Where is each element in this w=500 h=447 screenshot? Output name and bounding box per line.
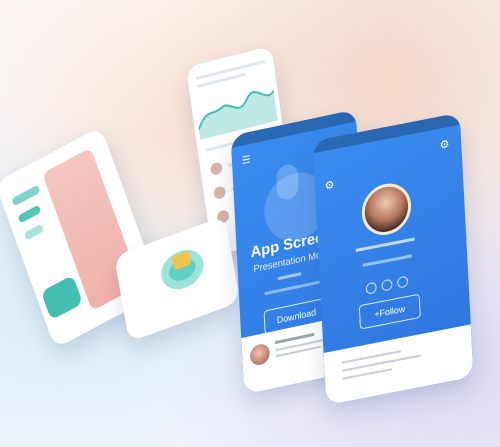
profile-tagline (362, 254, 412, 267)
bottom-panel (323, 324, 474, 406)
profile-avatar (360, 179, 413, 240)
social-icon[interactable] (381, 278, 393, 292)
avatar (213, 185, 227, 201)
profile-name-placeholder (355, 237, 415, 252)
teal-button (40, 274, 84, 321)
avatar (249, 342, 271, 367)
profile-phone-mockup: ⚙ ⚙ +Follow (312, 112, 474, 406)
mockup-scene: ☰ App Screens Presentation Mockup Downlo… (0, 0, 500, 447)
social-icon[interactable] (365, 281, 377, 295)
avatar (209, 161, 224, 177)
gear-icon[interactable]: ⚙ (324, 178, 334, 193)
placeholder-line (264, 280, 320, 296)
social-icon[interactable] (396, 275, 409, 289)
menu-icon[interactable]: ☰ (242, 154, 251, 167)
gear-icon[interactable]: ⚙ (439, 137, 449, 152)
follow-button[interactable]: +Follow (358, 293, 421, 330)
teal-chip (11, 184, 41, 207)
teal-chip (23, 223, 45, 241)
placeholder-line (277, 272, 302, 281)
teal-chip (17, 204, 42, 224)
